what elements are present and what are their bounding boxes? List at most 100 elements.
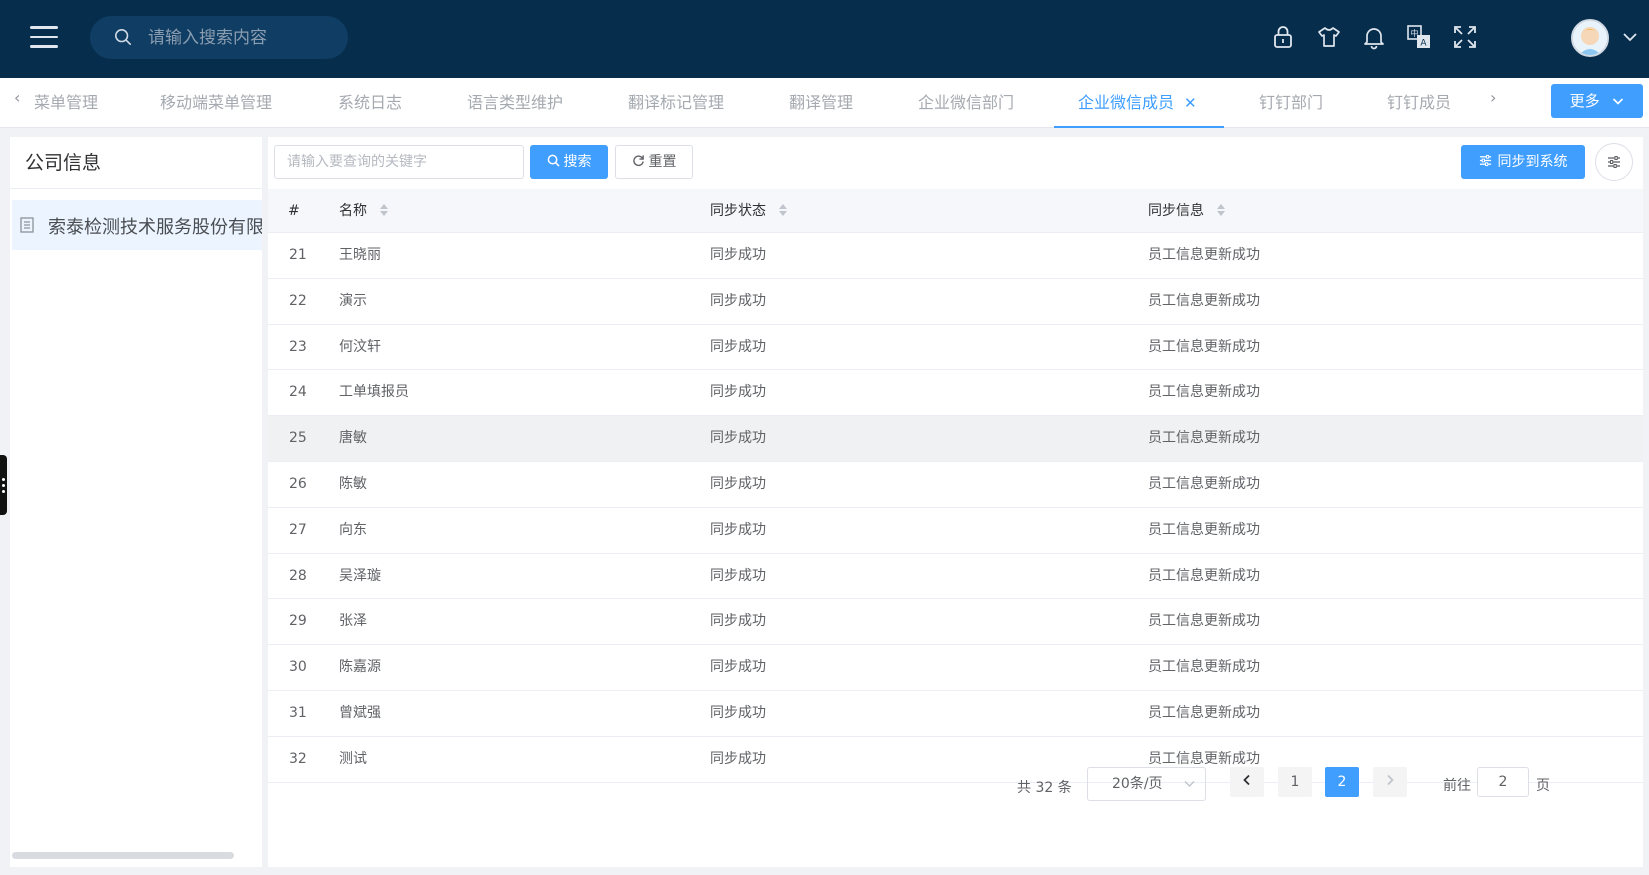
cell-sync-status: 同步成功	[710, 338, 766, 355]
column-header-label: 名称	[339, 203, 367, 219]
more-tabs-label: 更多	[1569, 92, 1600, 110]
goto-suffix: 页	[1536, 778, 1550, 794]
sync-to-system-button[interactable]: 同步到系统	[1461, 145, 1585, 179]
lock-icon[interactable]	[1270, 24, 1296, 50]
horizontal-scrollbar[interactable]	[12, 852, 234, 859]
pagination-total: 共 32 条	[1017, 780, 1072, 796]
column-settings-button[interactable]	[1595, 143, 1633, 181]
cell-name: 演示	[339, 292, 367, 309]
cell-sync-status: 同步成功	[710, 475, 766, 492]
search-icon	[547, 154, 560, 167]
panel-resize-handle[interactable]	[0, 455, 7, 515]
tab-dingtalk-member[interactable]: 钉钉成员	[1387, 78, 1451, 128]
sort-icon[interactable]	[379, 202, 389, 218]
table-row[interactable]: 21 王晓丽 同步成功 员工信息更新成功	[268, 233, 1643, 279]
user-avatar-icon	[1573, 21, 1607, 55]
cell-sync-status: 同步成功	[710, 292, 766, 309]
page-2-button[interactable]: 2	[1325, 767, 1359, 797]
member-table: # 名称 同步状态 同步信息 21 王晓丽 同步成功 员工信息更新成功 22 演示 同步成功…	[268, 189, 1643, 783]
company-panel-title: 公司信息	[10, 137, 262, 189]
global-search-input[interactable]	[148, 25, 338, 51]
cell-index: 30	[289, 659, 307, 676]
goto-prefix: 前往	[1443, 778, 1471, 794]
table-row[interactable]: 28 吴泽璇 同步成功 员工信息更新成功	[268, 554, 1643, 600]
cell-sync-status: 同步成功	[710, 613, 766, 630]
fullscreen-icon[interactable]	[1452, 24, 1478, 50]
cell-sync-info: 员工信息更新成功	[1148, 475, 1260, 492]
cell-name: 吴泽璇	[339, 567, 381, 584]
tab-menu-management[interactable]: 菜单管理	[34, 78, 124, 128]
column-header-label: 同步信息	[1148, 203, 1204, 219]
page-1-button[interactable]: 1	[1278, 767, 1312, 797]
global-search[interactable]	[90, 16, 348, 59]
cell-sync-info: 员工信息更新成功	[1148, 292, 1260, 309]
table-row[interactable]: 27 向东 同步成功 员工信息更新成功	[268, 508, 1643, 554]
menu-toggle-icon[interactable]	[30, 26, 58, 50]
tabs-bar: ‹ 菜单管理 移动端菜单管理 系统日志 语言类型维护 翻译标记管理 翻译管理 企…	[0, 78, 1649, 128]
cell-sync-status: 同步成功	[710, 521, 766, 538]
sort-icon[interactable]	[1216, 202, 1226, 218]
chevron-down-icon[interactable]	[1621, 30, 1639, 44]
table-row[interactable]: 25 唐敏 同步成功 员工信息更新成功	[268, 416, 1643, 462]
reset-button[interactable]: 重置	[615, 145, 693, 179]
tab-system-log[interactable]: 系统日志	[338, 78, 402, 128]
tab-mobile-menu-management[interactable]: 移动端菜单管理	[160, 78, 272, 128]
cell-name: 陈敏	[339, 475, 367, 492]
column-header-sync-status[interactable]: 同步状态	[710, 189, 788, 233]
column-header-index: #	[288, 203, 300, 219]
search-icon	[114, 28, 132, 46]
cell-index: 29	[289, 613, 307, 630]
tab-label: 系统日志	[338, 93, 403, 112]
tabs-scroll-left-icon[interactable]: ‹	[14, 88, 32, 108]
cell-index: 24	[289, 384, 307, 401]
search-button-label: 搜索	[563, 154, 592, 170]
table-row[interactable]: 26 陈敏 同步成功 员工信息更新成功	[268, 462, 1643, 508]
prev-page-button[interactable]	[1230, 767, 1264, 797]
table-row[interactable]: 24 工单填报员 同步成功 员工信息更新成功	[268, 370, 1643, 417]
tab-wecom-member[interactable]: 企业微信成员 ✕	[1054, 78, 1224, 128]
company-tree-panel: 公司信息 索泰检测技术服务股份有限公司	[10, 137, 262, 867]
cell-name: 何汶轩	[339, 338, 381, 355]
table-row[interactable]: 29 张泽 同步成功 员工信息更新成功	[268, 599, 1643, 646]
tab-language-type[interactable]: 语言类型维护	[467, 78, 563, 128]
goto-page-input[interactable]	[1477, 767, 1529, 797]
more-tabs-button[interactable]: 更多	[1551, 84, 1643, 118]
tab-wecom-department[interactable]: 企业微信部门	[918, 78, 1014, 128]
page-size-select[interactable]: 20条/页	[1087, 767, 1206, 801]
table-row[interactable]: 30 陈嘉源 同步成功 员工信息更新成功	[268, 645, 1643, 691]
tab-label: 钉钉部门	[1259, 93, 1324, 112]
cell-name: 向东	[339, 521, 367, 538]
next-page-button[interactable]	[1373, 767, 1407, 797]
tabs-scroll-right-icon[interactable]: ›	[1490, 88, 1508, 108]
tab-translation-tag[interactable]: 翻译标记管理	[628, 78, 724, 128]
close-tab-icon[interactable]: ✕	[1184, 94, 1197, 112]
reset-button-label: 重置	[648, 154, 677, 170]
table-body: 21 王晓丽 同步成功 员工信息更新成功 22 演示 同步成功 员工信息更新成功 23 何汶轩 同步…	[268, 233, 1643, 783]
chevron-left-icon	[1243, 774, 1250, 786]
cell-sync-info: 员工信息更新成功	[1148, 567, 1260, 584]
cell-index: 22	[289, 292, 307, 309]
avatar[interactable]	[1571, 19, 1609, 57]
cell-sync-info: 员工信息更新成功	[1148, 430, 1260, 447]
sync-button-label: 同步到系统	[1497, 154, 1568, 170]
pagination: 共 32 条 20条/页 1 2 前往 页	[268, 765, 1643, 805]
column-header-sync-info[interactable]: 同步信息	[1148, 189, 1226, 233]
table-row[interactable]: 22 演示 同步成功 员工信息更新成功	[268, 279, 1643, 325]
column-header-name[interactable]: 名称	[339, 189, 389, 233]
cell-index: 26	[289, 475, 307, 492]
sort-icon[interactable]	[778, 202, 788, 218]
tab-dingtalk-department[interactable]: 钉钉部门	[1259, 78, 1323, 128]
keyword-search-input[interactable]	[274, 145, 524, 179]
cell-name: 王晓丽	[339, 247, 381, 263]
cell-sync-status: 同步成功	[710, 384, 766, 401]
tab-translation-management[interactable]: 翻译管理	[789, 78, 853, 128]
cell-sync-info: 员工信息更新成功	[1148, 384, 1260, 401]
table-row[interactable]: 31 曾斌强 同步成功 员工信息更新成功	[268, 691, 1643, 737]
bell-icon[interactable]	[1361, 24, 1387, 50]
cell-sync-info: 员工信息更新成功	[1148, 704, 1260, 721]
tree-node-company[interactable]: 索泰检测技术服务股份有限公司	[12, 200, 262, 250]
tshirt-icon[interactable]	[1316, 24, 1342, 50]
search-button[interactable]: 搜索	[530, 145, 608, 179]
translate-icon[interactable]: 中 A	[1406, 24, 1432, 50]
table-row[interactable]: 23 何汶轩 同步成功 员工信息更新成功	[268, 325, 1643, 371]
